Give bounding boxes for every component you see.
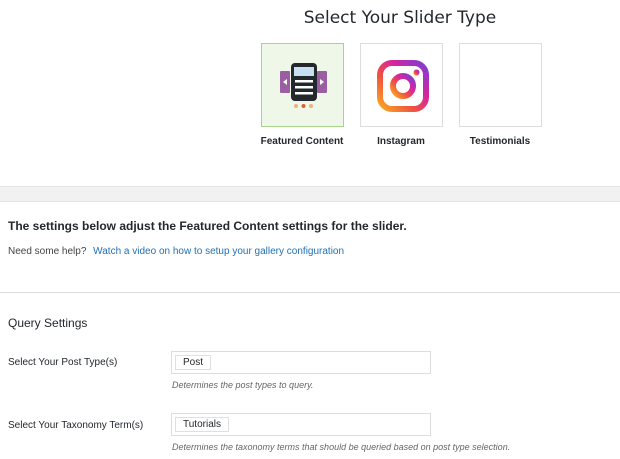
slider-type-instagram[interactable] bbox=[360, 43, 443, 127]
help-prefix: Need some help? bbox=[8, 246, 87, 257]
page-title: Select Your Slider Type bbox=[303, 8, 497, 28]
slider-type-testimonials[interactable] bbox=[459, 43, 542, 127]
help-video-link[interactable]: Watch a video on how to setup your galle… bbox=[93, 246, 344, 257]
taxonomy-term-field[interactable]: Tutorials bbox=[171, 413, 431, 436]
taxonomy-term-label: Select Your Taxonomy Term(s) bbox=[8, 420, 144, 431]
featured-content-slider-icon bbox=[280, 63, 327, 108]
post-type-token[interactable]: Post bbox=[175, 355, 212, 370]
post-type-label: Select Your Post Type(s) bbox=[8, 357, 118, 368]
instagram-icon bbox=[377, 60, 429, 112]
divider bbox=[0, 292, 620, 293]
query-settings-title: Query Settings bbox=[8, 316, 88, 330]
slider-type-label-testimonials: Testimonials bbox=[469, 136, 531, 147]
slider-type-section: Select Your Slider Type Featured Content bbox=[0, 0, 620, 186]
slider-type-featured-content[interactable] bbox=[261, 43, 344, 127]
post-type-field[interactable]: Post bbox=[171, 351, 431, 374]
section-divider bbox=[0, 186, 620, 202]
help-line: Need some help? Watch a video on how to … bbox=[8, 246, 344, 257]
post-type-description: Determines the post types to query. bbox=[172, 380, 314, 390]
taxonomy-term-description: Determines the taxonomy terms that shoul… bbox=[172, 442, 511, 452]
taxonomy-term-token[interactable]: Tutorials bbox=[175, 417, 229, 432]
settings-heading: The settings below adjust the Featured C… bbox=[8, 219, 407, 233]
